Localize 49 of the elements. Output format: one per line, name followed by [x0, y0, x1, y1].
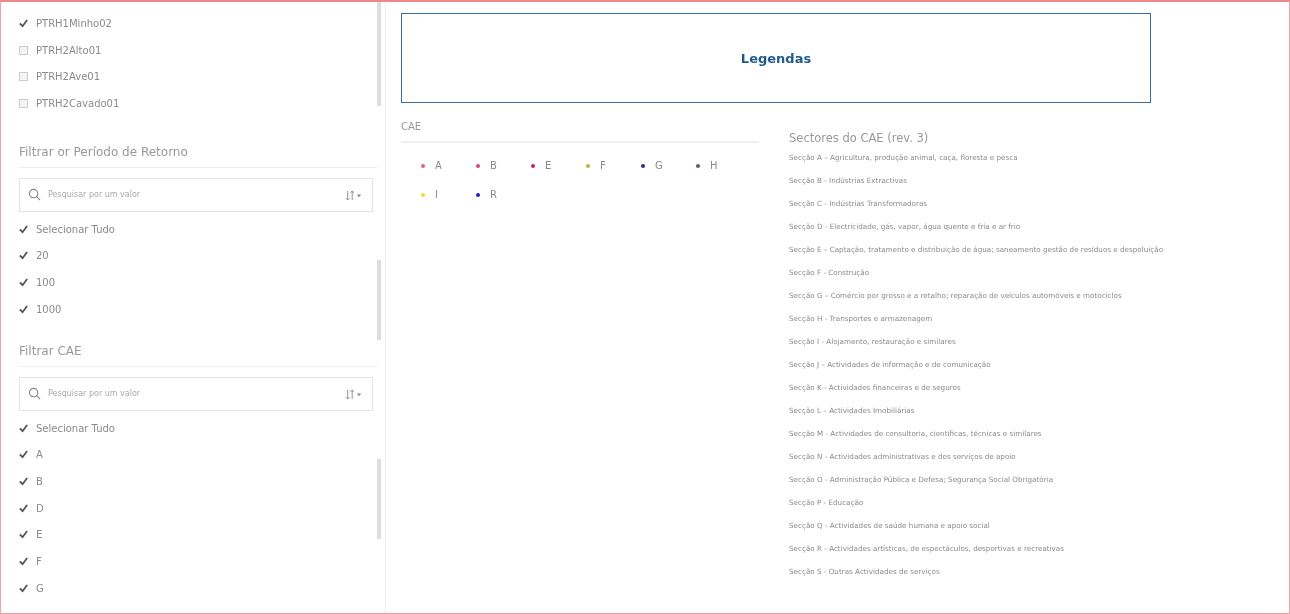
legend-label: A — [435, 160, 442, 171]
checkbox[interactable] — [19, 251, 28, 261]
filter-title: Filtrar CAE — [19, 339, 377, 367]
search-field[interactable]: Pesquisar por um valor — [19, 376, 373, 411]
checkbox[interactable] — [19, 583, 28, 593]
option-label: Selecionar Tudo — [36, 223, 115, 235]
checkbox[interactable] — [19, 277, 28, 287]
search-field[interactable]: Pesquisar por um valor — [19, 177, 373, 212]
sectors-title: Sectores do CAE (rev. 3) — [789, 131, 930, 145]
legend-title: Legendas — [740, 50, 812, 66]
scrollbar[interactable] — [377, 458, 381, 539]
option-label: 100 — [36, 276, 56, 288]
option-label: PTRH1Minho02 — [36, 17, 112, 29]
checkbox[interactable] — [19, 530, 28, 540]
legend-label: G — [655, 160, 663, 171]
legend-label: B — [490, 160, 497, 171]
scrollbar[interactable] — [377, 259, 381, 340]
option-label: A — [36, 449, 43, 461]
option-label: B — [36, 475, 43, 487]
legend-label: E — [545, 160, 552, 171]
sort-icon[interactable] — [345, 388, 363, 400]
option-label: E — [36, 529, 43, 541]
filter-title: Filtrar or Período de Retorno — [19, 116, 377, 168]
option-label: 1000 — [36, 303, 62, 315]
checkbox[interactable] — [19, 450, 28, 460]
checkbox[interactable] — [19, 18, 28, 28]
scrollbar[interactable] — [377, 2, 381, 106]
option-label: 20 — [36, 250, 49, 262]
legend-section-title: CAE — [401, 121, 759, 143]
search-icon — [28, 386, 41, 400]
checkbox[interactable] — [19, 304, 28, 314]
legend-label: H — [710, 160, 718, 171]
checkbox[interactable] — [19, 423, 28, 433]
option-label: F — [36, 556, 42, 568]
sort-icon[interactable] — [345, 189, 363, 201]
legend-label: I — [435, 189, 438, 200]
legend-label: R — [490, 189, 497, 200]
checkbox[interactable] — [19, 503, 28, 513]
option-label: Selecionar Tudo — [36, 422, 115, 434]
option-label: PTRH2Alto01 — [36, 44, 102, 56]
option-label: G — [36, 582, 44, 594]
checkbox[interactable] — [19, 224, 28, 234]
search-icon — [28, 187, 41, 201]
checkbox[interactable] — [19, 557, 28, 567]
option-label: PTRH2Cavado01 — [36, 97, 120, 109]
checkbox[interactable] — [19, 476, 28, 486]
option-label: PTRH2Ave01 — [36, 71, 101, 83]
legend-label: F — [600, 160, 606, 171]
option-label: D — [36, 502, 44, 514]
